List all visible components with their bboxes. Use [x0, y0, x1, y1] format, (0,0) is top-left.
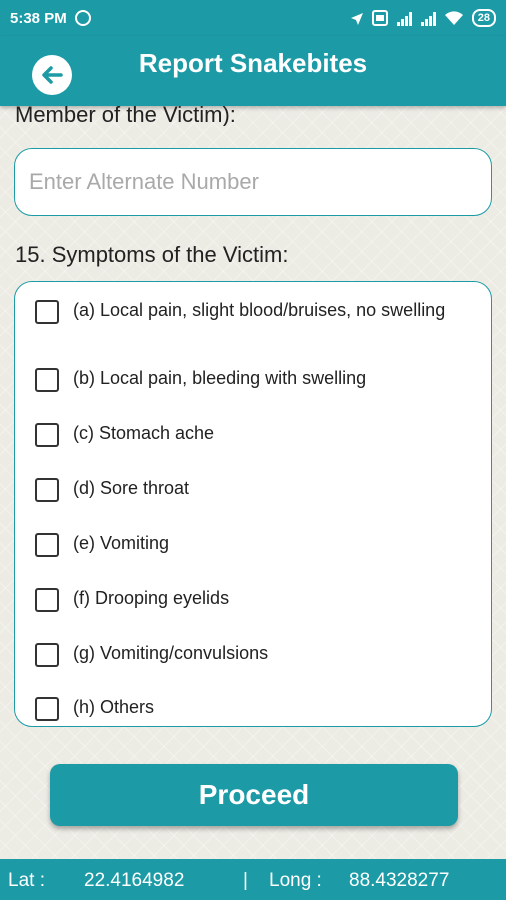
symptoms-label: 15. Symptoms of the Victim: — [15, 242, 289, 267]
page-title: Report Snakebites — [138, 48, 368, 78]
location-bar: Lat : 22.4164982 | Long : 88.4328277 — [0, 859, 506, 900]
long-value: 88.4328277 — [349, 870, 450, 891]
checkbox[interactable] — [35, 300, 59, 324]
symptom-label: (g) Vomiting/convulsions — [73, 643, 269, 663]
symptom-item[interactable]: (h) Others — [35, 696, 475, 721]
symptoms-list: (a) Local pain, slight blood/bruises, no… — [14, 281, 492, 727]
signal-icon — [396, 10, 412, 26]
location-icon — [350, 10, 364, 26]
checkbox[interactable] — [35, 697, 59, 721]
alternate-number-label: Member of the Victim): — [15, 102, 236, 126]
lat-value: 22.4164982 — [84, 870, 185, 891]
symptom-item[interactable]: (b) Local pain, bleeding with swelling — [35, 367, 475, 392]
symptom-label: (c) Stomach ache — [73, 423, 215, 443]
symptom-label: (d) Sore throat — [73, 478, 190, 498]
checkbox[interactable] — [35, 643, 59, 667]
notification-icon — [74, 10, 91, 26]
volte-icon — [371, 10, 388, 26]
checkbox[interactable] — [35, 478, 59, 502]
symptom-label: (a) Local pain, slight blood/bruises, no… — [73, 300, 446, 320]
symptom-item[interactable]: (d) Sore throat — [35, 477, 475, 502]
status-bar: 5:38 PM 28 — [0, 0, 506, 36]
signal-icon — [420, 10, 436, 26]
separator: | — [243, 870, 248, 891]
checkbox[interactable] — [35, 588, 59, 612]
symptom-item[interactable]: (c) Stomach ache — [35, 422, 475, 447]
lat-label: Lat : — [8, 870, 45, 891]
wifi-icon — [444, 10, 464, 26]
checkbox[interactable] — [35, 368, 59, 392]
battery-icon: 28 — [471, 9, 496, 27]
symptom-label: (h) Others — [73, 697, 155, 717]
status-time: 5:38 PM — [10, 9, 67, 27]
checkbox[interactable] — [35, 423, 59, 447]
long-label: Long : — [269, 870, 322, 891]
symptom-label: (f) Drooping eyelids — [73, 588, 230, 608]
symptom-label: (b) Local pain, bleeding with swelling — [73, 368, 367, 388]
symptom-item[interactable]: (f) Drooping eyelids — [35, 587, 475, 612]
symptom-item[interactable]: (g) Vomiting/convulsions — [35, 642, 475, 667]
status-icons: 28 — [350, 9, 496, 27]
symptom-label: (e) Vomiting — [73, 533, 170, 553]
symptom-item[interactable]: (a) Local pain, slight blood/bruises, no… — [35, 299, 475, 324]
alternate-number-input[interactable] — [14, 148, 492, 216]
symptom-item[interactable]: (e) Vomiting — [35, 532, 475, 557]
proceed-button[interactable]: Proceed — [50, 764, 458, 826]
checkbox[interactable] — [35, 533, 59, 557]
